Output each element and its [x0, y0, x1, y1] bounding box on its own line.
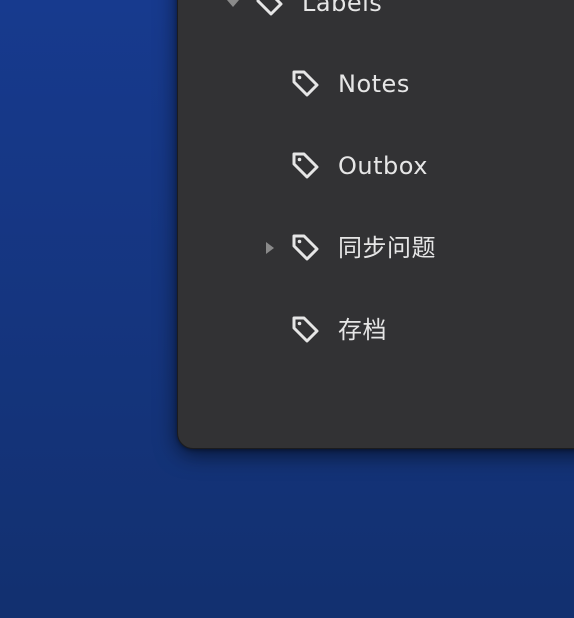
- folder-tree-row-labels[interactable]: Labels: [178, 0, 574, 25]
- tag-icon: [292, 316, 319, 343]
- folder-tree-row-sync-issues[interactable]: 同步问题: [178, 226, 574, 270]
- folder-tree-row-archive[interactable]: 存档: [178, 308, 574, 352]
- folder-label: 存档: [338, 316, 387, 344]
- folder-label: Outbox: [338, 152, 428, 180]
- tag-icon: [292, 234, 319, 261]
- tag-icon: [292, 70, 319, 97]
- mail-app-window: Labels Notes Outbox 同步问题 存档: [177, 0, 574, 449]
- folder-label: Labels: [302, 0, 383, 17]
- folder-tree-row-outbox[interactable]: Outbox: [178, 144, 574, 188]
- triangle-down-icon[interactable]: [226, 0, 240, 10]
- desktop-background: Labels Notes Outbox 同步问题 存档: [0, 0, 574, 618]
- folder-tree-row-notes[interactable]: Notes: [178, 62, 574, 106]
- folder-label: Notes: [338, 70, 410, 98]
- triangle-right-icon[interactable]: [263, 241, 277, 255]
- tag-icon: [256, 0, 283, 16]
- folder-label: 同步问题: [338, 234, 436, 262]
- tag-icon: [292, 152, 319, 179]
